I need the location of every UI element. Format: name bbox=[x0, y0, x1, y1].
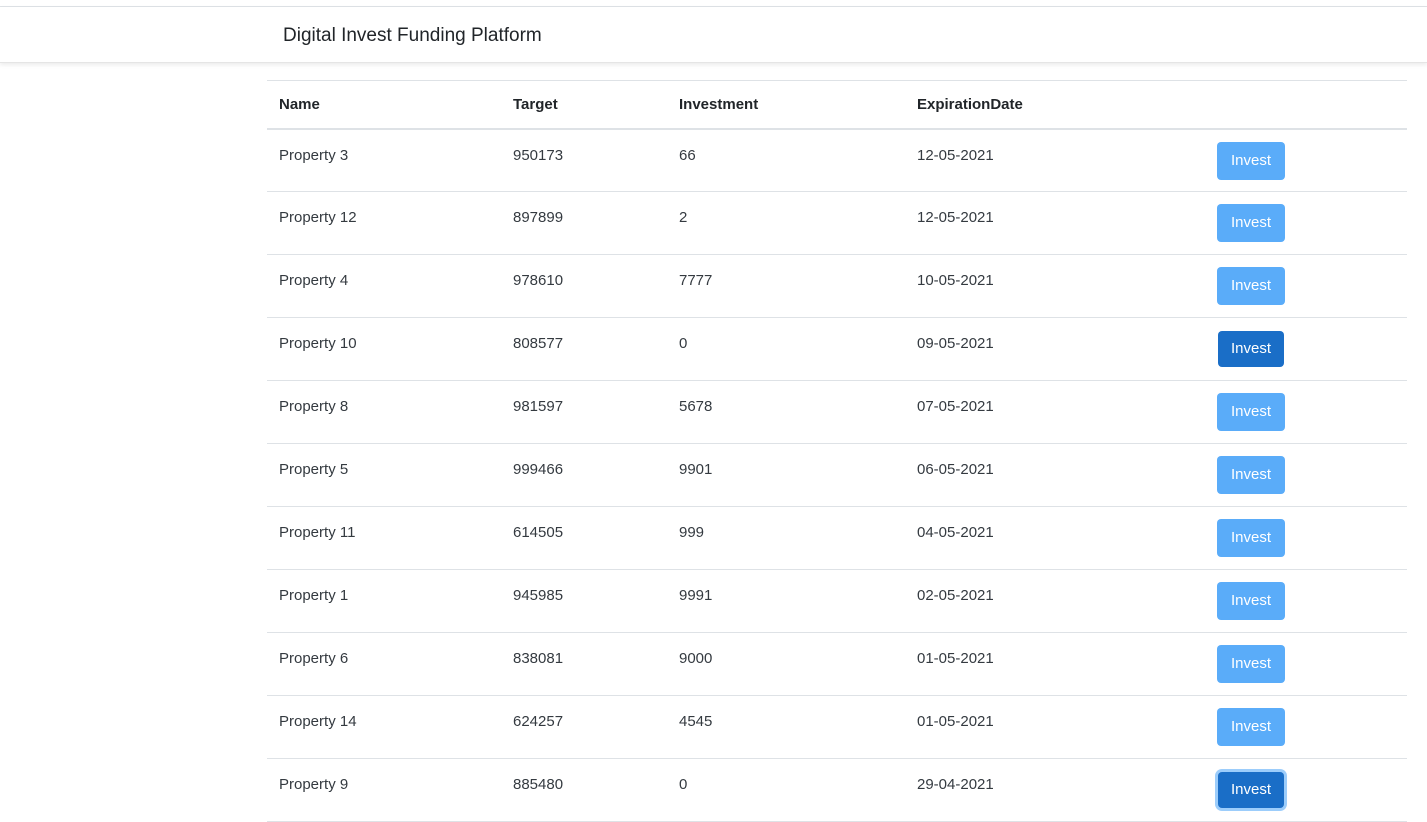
cell-investment: 0 bbox=[667, 758, 905, 822]
cell-investment: 4545 bbox=[667, 695, 905, 759]
invest-button[interactable]: Invest bbox=[1218, 331, 1284, 367]
table-row: Property 3 950173 66 12-05-2021 Invest bbox=[267, 128, 1407, 192]
cell-investment: 9991 bbox=[667, 569, 905, 633]
column-header-investment: Investment bbox=[667, 80, 905, 130]
column-header-action bbox=[1205, 80, 1407, 130]
cell-investment: 999 bbox=[667, 506, 905, 570]
cell-action: Invest bbox=[1205, 569, 1407, 633]
cell-target: 838081 bbox=[501, 632, 667, 696]
cell-target: 614505 bbox=[501, 506, 667, 570]
cell-name: Property 14 bbox=[267, 695, 501, 759]
table-row: Property 11 614505 999 04-05-2021 Invest bbox=[267, 506, 1407, 570]
cell-action: Invest bbox=[1205, 254, 1407, 318]
cell-name: Property 10 bbox=[267, 317, 501, 381]
table-header-row: Name Target Investment ExpirationDate bbox=[267, 80, 1407, 130]
cell-investment: 7777 bbox=[667, 254, 905, 318]
invest-button[interactable]: Invest bbox=[1217, 519, 1285, 557]
cell-investment: 2 bbox=[667, 191, 905, 255]
table-row: Property 8 981597 5678 07-05-2021 Invest bbox=[267, 380, 1407, 444]
invest-button[interactable]: Invest bbox=[1217, 204, 1285, 242]
cell-action: Invest bbox=[1205, 380, 1407, 444]
cell-expiration-date: 06-05-2021 bbox=[905, 443, 1205, 507]
cell-action: Invest bbox=[1205, 128, 1407, 192]
cell-action: Invest bbox=[1205, 191, 1407, 255]
invest-button[interactable]: Invest bbox=[1217, 141, 1285, 180]
cell-investment: 9000 bbox=[667, 632, 905, 696]
table-row: Property 9 885480 0 29-04-2021 Invest bbox=[267, 758, 1407, 822]
table-body: Property 3 950173 66 12-05-2021 Invest Proper… bbox=[267, 128, 1407, 822]
invest-button[interactable]: Invest bbox=[1217, 456, 1285, 494]
invest-button[interactable]: Invest bbox=[1217, 267, 1285, 305]
cell-name: Property 1 bbox=[267, 569, 501, 633]
invest-button[interactable]: Invest bbox=[1217, 393, 1285, 431]
cell-action: Invest bbox=[1205, 632, 1407, 696]
cell-expiration-date: 12-05-2021 bbox=[905, 191, 1205, 255]
invest-button[interactable]: Invest bbox=[1217, 582, 1285, 620]
cell-expiration-date: 09-05-2021 bbox=[905, 317, 1205, 381]
cell-expiration-date: 01-05-2021 bbox=[905, 695, 1205, 759]
cell-name: Property 6 bbox=[267, 632, 501, 696]
cell-name: Property 12 bbox=[267, 191, 501, 255]
properties-table: Name Target Investment ExpirationDate Pr… bbox=[267, 80, 1407, 822]
cell-name: Property 4 bbox=[267, 254, 501, 318]
cell-target: 950173 bbox=[501, 128, 667, 192]
cell-investment: 0 bbox=[667, 317, 905, 381]
cell-target: 808577 bbox=[501, 317, 667, 381]
cell-action: Invest bbox=[1205, 443, 1407, 507]
cell-name: Property 9 bbox=[267, 758, 501, 822]
table-row: Property 10 808577 0 09-05-2021 Invest bbox=[267, 317, 1407, 381]
cell-target: 624257 bbox=[501, 695, 667, 759]
cell-expiration-date: 07-05-2021 bbox=[905, 380, 1205, 444]
column-header-target: Target bbox=[501, 80, 667, 130]
table-row: Property 1 945985 9991 02-05-2021 Invest bbox=[267, 569, 1407, 633]
brand-title[interactable]: Digital Invest Funding Platform bbox=[283, 24, 542, 48]
invest-button[interactable]: Invest bbox=[1217, 645, 1285, 683]
cell-target: 897899 bbox=[501, 191, 667, 255]
cell-investment: 66 bbox=[667, 128, 905, 192]
column-header-name: Name bbox=[267, 80, 501, 130]
cell-action: Invest bbox=[1205, 506, 1407, 570]
top-navbar: Digital Invest Funding Platform bbox=[0, 7, 1427, 63]
table-row: Property 14 624257 4545 01-05-2021 Invest bbox=[267, 695, 1407, 759]
cell-expiration-date: 10-05-2021 bbox=[905, 254, 1205, 318]
cell-target: 978610 bbox=[501, 254, 667, 318]
cell-name: Property 3 bbox=[267, 128, 501, 192]
cell-name: Property 11 bbox=[267, 506, 501, 570]
cell-investment: 9901 bbox=[667, 443, 905, 507]
table-header: Name Target Investment ExpirationDate bbox=[267, 80, 1407, 130]
cell-action: Invest bbox=[1205, 758, 1407, 822]
cell-expiration-date: 12-05-2021 bbox=[905, 128, 1205, 192]
cell-target: 885480 bbox=[501, 758, 667, 822]
cell-target: 999466 bbox=[501, 443, 667, 507]
cell-name: Property 5 bbox=[267, 443, 501, 507]
table-row: Property 6 838081 9000 01-05-2021 Invest bbox=[267, 632, 1407, 696]
cell-target: 981597 bbox=[501, 380, 667, 444]
cell-expiration-date: 04-05-2021 bbox=[905, 506, 1205, 570]
cell-action: Invest bbox=[1205, 695, 1407, 759]
cell-investment: 5678 bbox=[667, 380, 905, 444]
properties-table-container: Name Target Investment ExpirationDate Pr… bbox=[267, 80, 1407, 822]
table-row: Property 4 978610 7777 10-05-2021 Invest bbox=[267, 254, 1407, 318]
cell-action: Invest bbox=[1205, 317, 1407, 381]
column-header-expiration-date: ExpirationDate bbox=[905, 80, 1205, 130]
cell-target: 945985 bbox=[501, 569, 667, 633]
table-row: Property 5 999466 9901 06-05-2021 Invest bbox=[267, 443, 1407, 507]
cell-expiration-date: 29-04-2021 bbox=[905, 758, 1205, 822]
cell-name: Property 8 bbox=[267, 380, 501, 444]
cell-expiration-date: 01-05-2021 bbox=[905, 632, 1205, 696]
cell-expiration-date: 02-05-2021 bbox=[905, 569, 1205, 633]
table-row: Property 12 897899 2 12-05-2021 Invest bbox=[267, 191, 1407, 255]
invest-button[interactable]: Invest bbox=[1217, 708, 1285, 746]
invest-button[interactable]: Invest bbox=[1218, 772, 1284, 808]
